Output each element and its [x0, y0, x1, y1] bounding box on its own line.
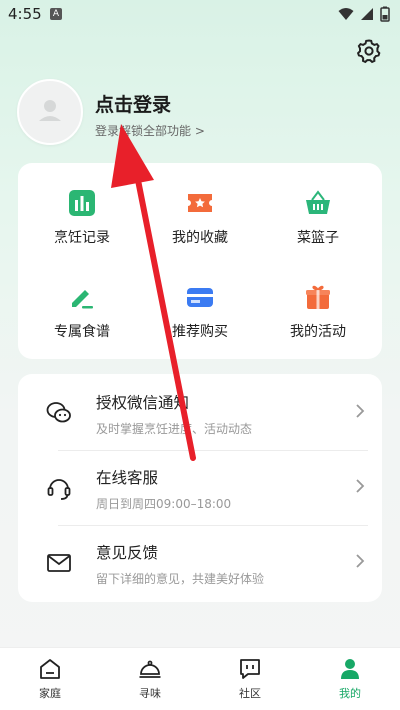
feature-recommend[interactable]: 推荐购买 [150, 283, 250, 341]
list-item-title: 在线客服 [96, 469, 159, 487]
feature-basket[interactable]: 菜篮子 [268, 189, 368, 247]
tab-home[interactable]: 家庭 [0, 648, 100, 710]
chart-bars-icon [69, 190, 95, 216]
list-item-desc: 周日到周四09:00–18:00 [96, 497, 232, 511]
headset-icon [47, 479, 71, 500]
cloche-icon [139, 660, 161, 678]
status-time: 4:55 [8, 5, 42, 23]
tab-label: 家庭 [39, 687, 61, 700]
feature-label: 我的收藏 [172, 230, 228, 246]
chat-icon [240, 659, 260, 679]
feature-favorites[interactable]: 我的收藏 [150, 189, 250, 247]
tab-community[interactable]: 社区 [200, 648, 300, 710]
list-item-title: 意见反馈 [96, 544, 159, 562]
battery-icon [380, 6, 390, 22]
feature-label: 烹饪记录 [54, 230, 110, 246]
chevron-right-icon [356, 404, 365, 418]
tab-mine[interactable]: 我的 [300, 648, 400, 710]
list-item-title: 授权微信通知 [96, 394, 190, 412]
feature-label: 菜篮子 [297, 230, 339, 246]
wifi-icon [338, 8, 354, 20]
gear-icon[interactable] [356, 38, 382, 64]
mail-icon [47, 554, 71, 572]
feature-label: 我的活动 [290, 324, 346, 340]
tab-label: 社区 [239, 687, 261, 700]
list-item-desc: 留下详细的意见，共建美好体验 [96, 572, 265, 586]
chevron-right-icon [356, 479, 365, 493]
list-item-customer-service[interactable]: 在线客服 周日到周四09:00–18:00 [18, 451, 382, 525]
tab-label: 寻味 [139, 687, 161, 700]
settings-list: 授权微信通知 及时掌握烹饪进度、活动动态 在线客服 周日到周四09:00–18:… [18, 374, 382, 602]
list-item-feedback[interactable]: 意见反馈 留下详细的意见，共建美好体验 [18, 526, 382, 600]
user-icon [341, 659, 359, 679]
login-title[interactable]: 点击登录 [95, 90, 171, 117]
feature-cooking-record[interactable]: 烹饪记录 [32, 189, 132, 247]
list-item-desc: 及时掌握烹饪进度、活动动态 [96, 422, 253, 436]
avatar-placeholder-icon [39, 100, 61, 121]
basket-icon [306, 190, 330, 214]
card-icon [187, 288, 213, 307]
feature-grid: 烹饪记录 我的收藏 菜篮子 专属食谱 推荐购买 我的活动 [18, 163, 382, 359]
tab-discover[interactable]: 寻味 [100, 648, 200, 710]
notification-badge: A [50, 8, 62, 20]
avatar[interactable] [17, 79, 83, 145]
status-bar: 4:55 A [0, 0, 400, 28]
feature-recipes[interactable]: 专属食谱 [32, 283, 132, 341]
signal-icon [361, 8, 373, 20]
feature-activities[interactable]: 我的活动 [268, 283, 368, 341]
home-icon [40, 659, 60, 679]
status-icons [338, 6, 390, 22]
login-subtitle[interactable]: 登录解锁全部功能 > [95, 122, 205, 139]
pen-icon [72, 290, 93, 309]
feature-label: 专属食谱 [54, 324, 110, 340]
wechat-icon [46, 402, 71, 423]
chevron-right-icon [356, 554, 365, 568]
list-item-wechat-notify[interactable]: 授权微信通知 及时掌握烹饪进度、活动动态 [18, 376, 382, 450]
tab-label: 我的 [339, 687, 361, 700]
gift-icon [306, 285, 330, 309]
bottom-tab-bar: 家庭 寻味 社区 我的 [0, 647, 400, 710]
ticket-star-icon [188, 194, 212, 212]
feature-label: 推荐购买 [172, 324, 228, 340]
